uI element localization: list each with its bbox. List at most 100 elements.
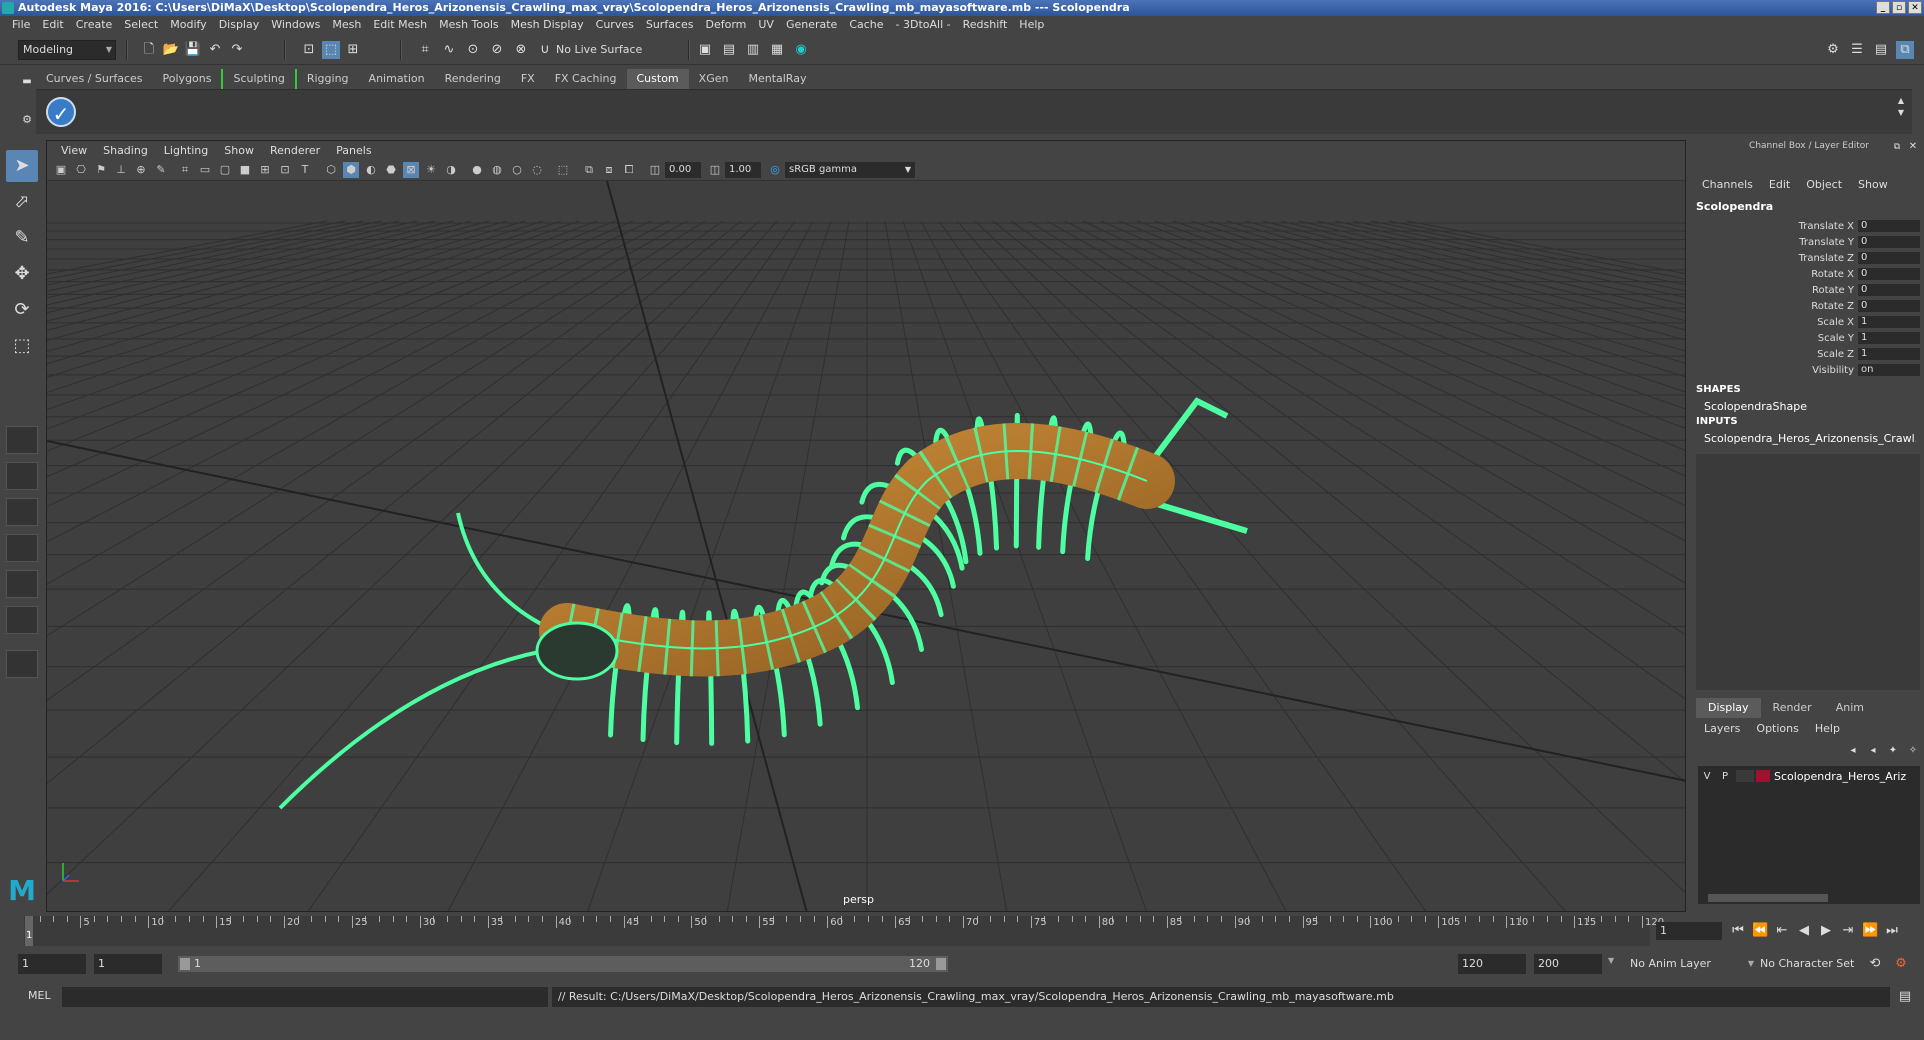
layer-name[interactable]: Scolopendra_Heros_Ariz: [1774, 770, 1906, 783]
scale-tool-icon[interactable]: ⬚: [6, 330, 38, 362]
safe-action-icon[interactable]: ⊡: [277, 162, 293, 178]
new-scene-icon[interactable]: 🗋: [140, 41, 158, 59]
scroll-down-icon[interactable]: ▼: [1892, 104, 1910, 122]
menu-windows[interactable]: Windows: [265, 18, 326, 31]
tab-custom[interactable]: Custom: [626, 69, 689, 89]
move-tool-icon[interactable]: ✥: [6, 258, 38, 290]
menu-mesh-tools[interactable]: Mesh Tools: [433, 18, 505, 31]
current-frame-field[interactable]: 1: [1656, 922, 1722, 940]
layer-menu-options[interactable]: Options: [1748, 722, 1806, 735]
menu-generate[interactable]: Generate: [780, 18, 843, 31]
live-surface-field[interactable]: No Live Surface: [552, 41, 656, 59]
menu-deform[interactable]: Deform: [699, 18, 752, 31]
menu-uv[interactable]: UV: [752, 18, 780, 31]
tab-curves-surfaces[interactable]: Curves / Surfaces: [36, 69, 153, 89]
backface-icon[interactable]: ⧠: [621, 162, 637, 178]
attr-translate-y[interactable]: Translate Y 0: [1694, 236, 1920, 249]
modeling-toolkit-icon[interactable]: ⚙: [1824, 41, 1842, 59]
cb-menu-channels[interactable]: Channels: [1694, 178, 1761, 191]
four-view-layout-icon[interactable]: [6, 462, 38, 490]
auto-key-icon[interactable]: ⟲: [1866, 955, 1884, 973]
attribute-editor-icon[interactable]: ☰: [1848, 41, 1866, 59]
film-gate-icon[interactable]: ▭: [197, 162, 213, 178]
menu-help[interactable]: Help: [1013, 18, 1050, 31]
safe-title-icon[interactable]: T: [297, 162, 313, 178]
render-settings-icon[interactable]: ▦: [768, 41, 786, 59]
attr-value[interactable]: 0: [1858, 236, 1920, 248]
vp-menu-show[interactable]: Show: [216, 144, 262, 157]
attr-value[interactable]: 0: [1858, 252, 1920, 264]
attr-translate-x[interactable]: Translate X 0: [1694, 220, 1920, 233]
snap-point-icon[interactable]: ⊙: [464, 41, 482, 59]
menu-redshift[interactable]: Redshift: [957, 18, 1014, 31]
step-back-key-icon[interactable]: ⏪: [1752, 923, 1768, 939]
anim-layer-dropdown[interactable]: No Anim Layer ▼: [1626, 954, 1754, 974]
attr-value[interactable]: 0: [1858, 268, 1920, 280]
persp-graph-layout-icon[interactable]: [6, 534, 38, 562]
layer-menu-layers[interactable]: Layers: [1696, 722, 1748, 735]
cb-menu-object[interactable]: Object: [1798, 178, 1850, 191]
shelf-settings-icon[interactable]: ⚙: [18, 111, 36, 129]
render-sequence-icon[interactable]: ▤: [720, 41, 738, 59]
layer-display-type-toggle[interactable]: [1736, 770, 1754, 782]
attr-scale-y[interactable]: Scale Y 1: [1694, 332, 1920, 345]
attr-translate-z[interactable]: Translate Z 0: [1694, 252, 1920, 265]
cb-menu-show[interactable]: Show: [1850, 178, 1896, 191]
go-to-end-icon[interactable]: ⏭: [1884, 923, 1900, 939]
grease-pencil-icon[interactable]: ✎: [153, 162, 169, 178]
vp-menu-shading[interactable]: Shading: [95, 144, 156, 157]
shadows-icon[interactable]: ◑: [443, 162, 459, 178]
lasso-tool-icon[interactable]: ⬀: [6, 186, 38, 218]
tab-anim[interactable]: Anim: [1824, 698, 1876, 718]
shelf-menu-icon[interactable]: ▬: [18, 73, 36, 91]
vp-menu-panels[interactable]: Panels: [328, 144, 379, 157]
layer-move-down-icon[interactable]: ◂: [1864, 742, 1882, 760]
attr-value[interactable]: 0: [1858, 220, 1920, 232]
select-camera-icon[interactable]: ▣: [53, 162, 69, 178]
playback-start-field[interactable]: 1: [94, 954, 162, 974]
snap-curve-icon[interactable]: ∿: [440, 41, 458, 59]
wireframe-on-shaded-icon[interactable]: ⬣: [383, 162, 399, 178]
script-editor-icon[interactable]: ▤: [1896, 988, 1914, 1006]
range-end-handle[interactable]: [936, 958, 946, 970]
layer-row[interactable]: V P Scolopendra_Heros_Ariz: [1698, 768, 1920, 784]
xray-active-icon[interactable]: ⧈: [601, 162, 617, 178]
save-scene-icon[interactable]: 💾: [184, 41, 202, 59]
select-object-icon[interactable]: ⬚: [322, 41, 340, 59]
step-forward-frame-icon[interactable]: ⇥: [1840, 923, 1856, 939]
snap-view-plane-icon[interactable]: ⊘: [488, 41, 506, 59]
time-slider[interactable]: 5 10 15 20 25 30 35 40 45 50 55 60 65 70 75 80 85 90 95 100…: [0, 914, 1924, 948]
channel-box-icon[interactable]: ⧉: [1896, 41, 1914, 59]
gamma-icon[interactable]: ◫: [707, 162, 723, 178]
layer-list-scrollbar[interactable]: [1708, 894, 1828, 902]
layer-playback-toggle[interactable]: P: [1716, 771, 1734, 782]
2d-pan-zoom-icon[interactable]: ⊕: [133, 162, 149, 178]
exposure-field[interactable]: 0.00: [665, 162, 701, 178]
tab-rigging[interactable]: Rigging: [294, 69, 359, 89]
tool-settings-icon[interactable]: ▤: [1872, 41, 1890, 59]
color-space-dropdown[interactable]: sRGB gamma ▼: [785, 162, 915, 178]
undo-icon[interactable]: ↶: [206, 41, 224, 59]
camera-attributes-icon[interactable]: ⎔: [73, 162, 89, 178]
add-layout-icon[interactable]: [6, 650, 38, 678]
anti-aliasing-icon[interactable]: ○: [509, 162, 525, 178]
hypershade-icon[interactable]: ◉: [792, 41, 810, 59]
close-button[interactable]: ✕: [1908, 1, 1922, 14]
vp-menu-renderer[interactable]: Renderer: [262, 144, 328, 157]
tab-xgen[interactable]: XGen: [689, 69, 739, 89]
tab-display[interactable]: Display: [1696, 698, 1761, 718]
select-tool-icon[interactable]: ➤: [6, 150, 38, 182]
shape-node[interactable]: ScolopendraShape: [1704, 400, 1916, 413]
tab-sculpting[interactable]: Sculpting: [221, 69, 294, 89]
new-layer-icon[interactable]: ✦: [1884, 742, 1902, 760]
grid-toggle-icon[interactable]: ⌗: [177, 162, 193, 178]
resolution-gate-icon[interactable]: ▢: [217, 162, 233, 178]
checkmark-icon[interactable]: ✓: [46, 97, 76, 127]
new-layer-selected-icon[interactable]: ✧: [1904, 742, 1922, 760]
menu-modify[interactable]: Modify: [164, 18, 212, 31]
layer-move-up-icon[interactable]: ◂: [1844, 742, 1862, 760]
ipr-render-icon[interactable]: ▥: [744, 41, 762, 59]
snap-grid-icon[interactable]: ⌗: [416, 41, 434, 59]
xray-icon[interactable]: ⊠: [403, 162, 419, 178]
persp-outliner-layout-icon[interactable]: [6, 498, 38, 526]
